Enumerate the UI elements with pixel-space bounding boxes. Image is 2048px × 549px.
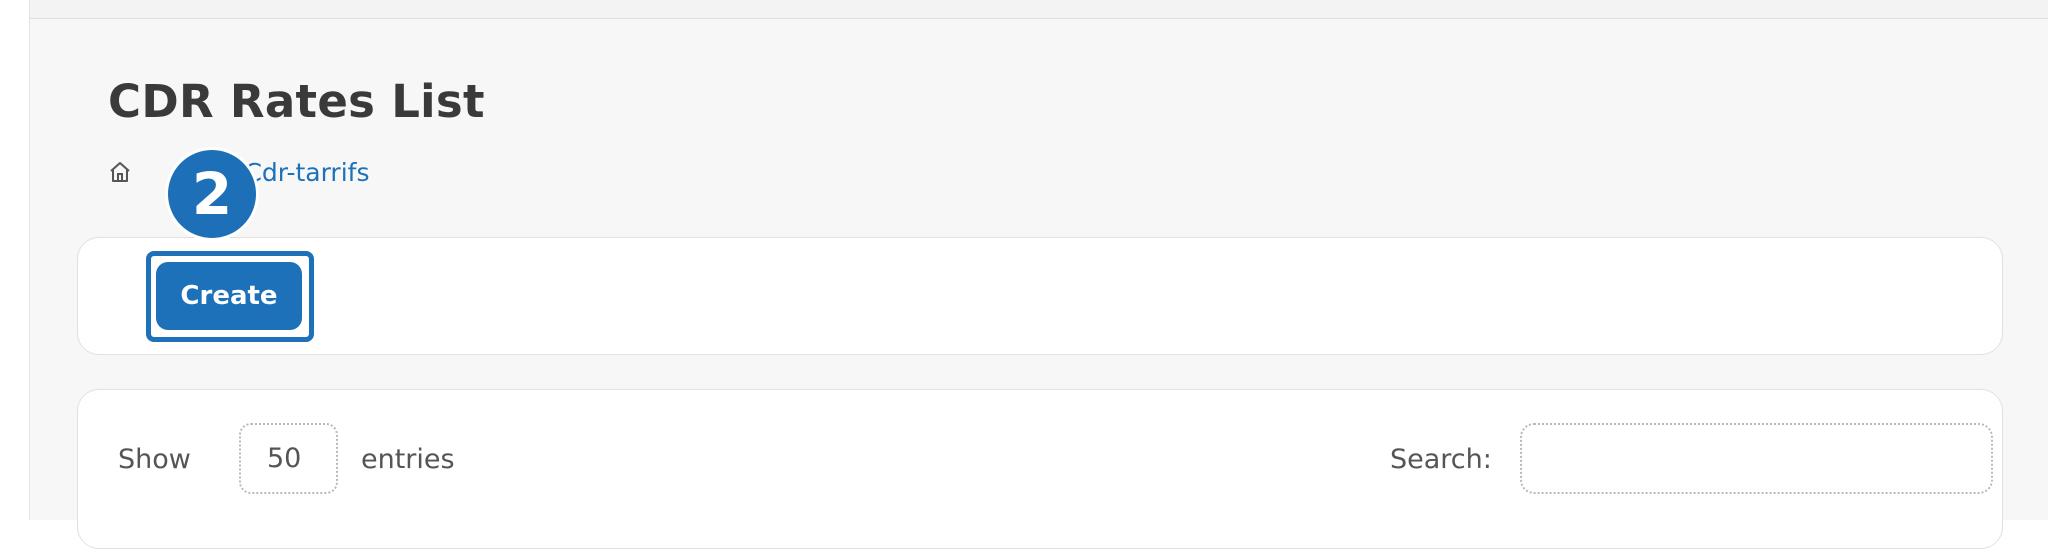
create-button[interactable]: Create (156, 262, 302, 330)
entries-label: entries (361, 444, 455, 475)
search-label: Search: (1390, 444, 1492, 475)
search-input[interactable] (1520, 423, 1993, 494)
main-content: CDR Rates List / Cdr-tarrifs 2 Create Sh… (30, 0, 2048, 549)
page-title: CDR Rates List (108, 75, 485, 128)
breadcrumb-current[interactable]: Cdr-tarrifs (244, 158, 369, 187)
entries-select[interactable]: 50 (239, 423, 338, 494)
step-badge: 2 (165, 147, 259, 241)
actions-card: Create (77, 237, 2003, 355)
show-label: Show (118, 444, 191, 475)
top-bar (30, 0, 2048, 19)
sidebar-edge (0, 0, 30, 520)
home-icon[interactable] (108, 160, 132, 184)
table-card: Show 50 entries Search: (77, 389, 2003, 549)
